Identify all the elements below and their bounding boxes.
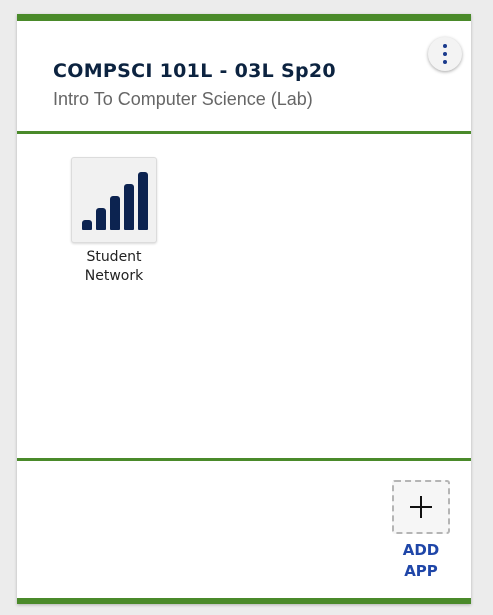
course-card: COMPSCI 101L - 03L Sp20 Intro To Compute… bbox=[17, 14, 471, 604]
app-label[interactable]: Student Network bbox=[71, 248, 157, 286]
app-student-network[interactable]: Student Network bbox=[71, 157, 157, 286]
plus-icon bbox=[410, 496, 432, 518]
add-label-line2: APP bbox=[404, 562, 438, 580]
app-label-line1: Student bbox=[86, 249, 142, 265]
add-label-line1: ADD bbox=[402, 541, 440, 559]
card-header: COMPSCI 101L - 03L Sp20 Intro To Compute… bbox=[17, 21, 471, 134]
apps-area: Student Network bbox=[17, 134, 471, 461]
card-footer: ADD APP bbox=[17, 461, 471, 599]
signal-bars-icon bbox=[80, 170, 148, 230]
app-icon-tile[interactable] bbox=[71, 157, 157, 243]
course-menu-button[interactable] bbox=[428, 37, 462, 71]
add-app-button[interactable]: ADD APP bbox=[390, 480, 452, 582]
add-app-box[interactable] bbox=[392, 480, 450, 534]
add-app-label[interactable]: ADD APP bbox=[390, 540, 452, 582]
vertical-dots-icon bbox=[443, 44, 447, 48]
course-code-title[interactable]: COMPSCI 101L - 03L Sp20 bbox=[53, 60, 336, 82]
course-name-subtitle: Intro To Computer Science (Lab) bbox=[53, 89, 313, 109]
app-label-line2: Network bbox=[84, 268, 144, 284]
